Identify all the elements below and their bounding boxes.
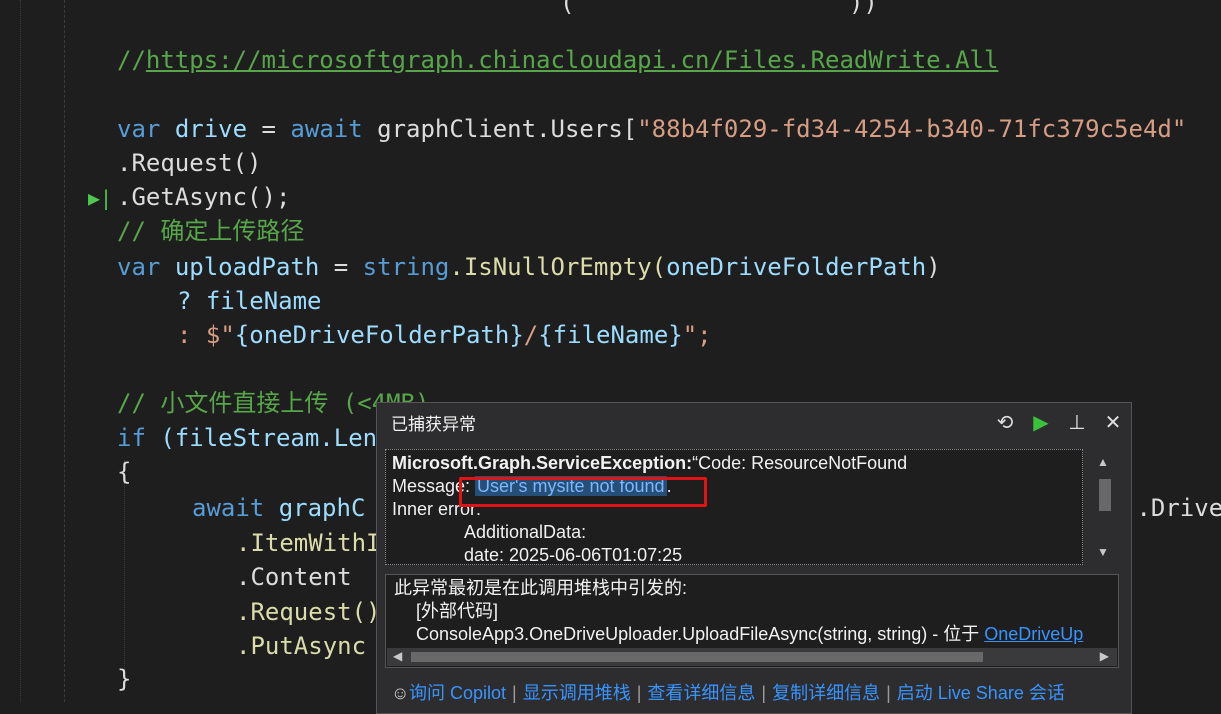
identifier-folder-path: oneDriveFolderPath: [666, 253, 927, 281]
ask-copilot-link[interactable]: 询问 Copilot: [409, 683, 506, 703]
close-icon[interactable]: ✕: [1095, 410, 1131, 435]
paren-close: ): [926, 253, 941, 281]
message-vertical-scrollbar[interactable]: ▲ ▼: [1091, 449, 1119, 565]
code-fragment-drive: ].Drive: [1122, 494, 1221, 522]
identifier-graphclient: graphClient.: [377, 115, 551, 143]
external-code-label: [外部代码]: [416, 601, 499, 621]
scroll-thumb[interactable]: [1099, 479, 1111, 511]
code-line-request2[interactable]: .Request(): [236, 595, 381, 629]
identifier-uploadpath: uploadPath: [174, 253, 320, 281]
stack-frame-link[interactable]: OneDriveUp: [984, 624, 1083, 644]
code-line-ternary-false[interactable]: : $"{oneDriveFolderPath}/{fileName}";: [177, 318, 712, 352]
copilot-icon: ☺: [391, 683, 410, 703]
method-isnullorempty: .IsNullOrEmpty(: [449, 253, 667, 281]
scroll-right-icon[interactable]: ▶: [1100, 649, 1109, 663]
keyword-if: if: [117, 424, 146, 452]
comment-url-link[interactable]: https://microsoftgraph.chinacloudapi.cn/…: [146, 46, 999, 74]
interpolated-end: ";: [682, 321, 712, 349]
history-icon[interactable]: ⟲: [987, 410, 1023, 435]
scroll-left-icon[interactable]: ◀: [393, 649, 402, 663]
code-line-if[interactable]: if (fileStream.Len: [117, 421, 377, 455]
keyword-var: var: [117, 253, 161, 281]
exception-type-line: Microsoft.Graph.ServiceException:“Code: …: [392, 452, 1076, 475]
separator: |: [761, 683, 767, 703]
continue-play-icon[interactable]: ▶: [1023, 410, 1059, 435]
exception-message-box[interactable]: Microsoft.Graph.ServiceException:“Code: …: [385, 449, 1083, 565]
popup-title: 已捕获异常: [391, 414, 476, 434]
code-line-upload-path[interactable]: var uploadPath = string.IsNullOrEmpty(on…: [117, 250, 941, 284]
stack-horizontal-scrollbar[interactable]: ◀ ▶: [387, 648, 1117, 666]
code-line-comment-url[interactable]: //https://microsoftgraph.chinacloudapi.c…: [117, 43, 998, 77]
code-line-drive[interactable]: var drive = await graphClient.Users["88b…: [117, 112, 1186, 146]
keyword-await: await: [290, 115, 363, 143]
code-line-brace-close[interactable]: }: [117, 662, 131, 696]
view-details-link[interactable]: 查看详细信息: [647, 683, 755, 703]
separator: |: [636, 683, 642, 703]
pin-icon[interactable]: ⊥: [1059, 410, 1095, 435]
operator-eq: =: [319, 253, 363, 281]
identifier-drive: drive: [174, 115, 248, 143]
separator: |: [512, 683, 517, 703]
indent-guide: [20, 0, 21, 702]
editor-margin-line: [64, 0, 65, 702]
stack-frame: ConsoleApp3.OneDriveUploader.UploadFileA…: [394, 623, 1110, 646]
hscroll-thumb[interactable]: [411, 652, 983, 662]
string-slash: /: [523, 321, 539, 349]
indent-guide: [124, 460, 125, 690]
code-line-getasync[interactable]: .GetAsync();: [117, 180, 290, 214]
code-line-comment-upload-path[interactable]: // 确定上传路径: [117, 214, 304, 248]
copy-details-link[interactable]: 复制详细信息: [772, 683, 880, 703]
code-line-await-graph[interactable]: await graphC: [192, 491, 365, 525]
code-line-itemwith[interactable]: .ItemWithI: [236, 526, 381, 560]
keyword-var: var: [117, 115, 161, 143]
code-line-content[interactable]: .Content: [236, 560, 352, 594]
popup-header: 已捕获异常 ⟲ ▶ ⊥ ✕: [377, 403, 1131, 441]
if-condition: (fileStream.Len: [145, 424, 378, 452]
exception-type: Microsoft.Graph.ServiceException:: [392, 453, 693, 473]
interp-folder-path: {oneDriveFolderPath}: [234, 321, 524, 349]
code-line-ternary-true[interactable]: ? fileName: [177, 284, 322, 318]
code-line-brace-open[interactable]: {: [117, 455, 131, 489]
code-line-request[interactable]: .Request(): [117, 146, 262, 180]
operator-eq: =: [247, 115, 291, 143]
exception-code: “Code: ResourceNotFound: [692, 453, 908, 473]
popup-footer-links: ☺询问 Copilot | 显示调用堆栈 | 查看详细信息 | 复制详细信息 | 启动 Live…: [391, 679, 1065, 705]
current-statement-arrow-icon[interactable]: ▶|: [88, 186, 112, 210]
identifier-users: Users[: [550, 115, 638, 143]
interpolated-start: : $": [177, 321, 235, 349]
show-call-stack-link[interactable]: 显示调用堆栈: [523, 683, 631, 703]
scroll-down-icon[interactable]: ▼: [1097, 545, 1109, 559]
error-date: date: 2025-06-06T01:07:25: [464, 545, 683, 565]
scroll-up-icon[interactable]: ▲: [1097, 455, 1109, 469]
code-line-putasync[interactable]: .PutAsync: [236, 629, 366, 663]
live-share-link[interactable]: 启动 Live Share 会话: [897, 683, 1065, 703]
interp-filename: {fileName}: [538, 321, 683, 349]
keyword-string: string: [362, 253, 450, 281]
stack-heading: 此异常最初是在此调用堆栈中引发的:: [394, 578, 687, 598]
stack-frame-text: ConsoleApp3.OneDriveUploader.UploadFileA…: [416, 624, 985, 644]
code-fragment-top: ( )): [560, 0, 878, 17]
red-highlight-box: [459, 477, 707, 507]
identifier-graphclient: graphC: [264, 494, 366, 522]
additional-data-label: AdditionalData:: [464, 522, 587, 542]
keyword-await: await: [192, 494, 265, 522]
exception-helper-popup: 已捕获异常 ⟲ ▶ ⊥ ✕ Microsoft.Graph.ServiceExc…: [376, 402, 1132, 714]
string-user-id: "88b4f029-fd34-4254-b340-71fc379c5e4d": [637, 115, 1187, 143]
separator: |: [886, 683, 891, 703]
